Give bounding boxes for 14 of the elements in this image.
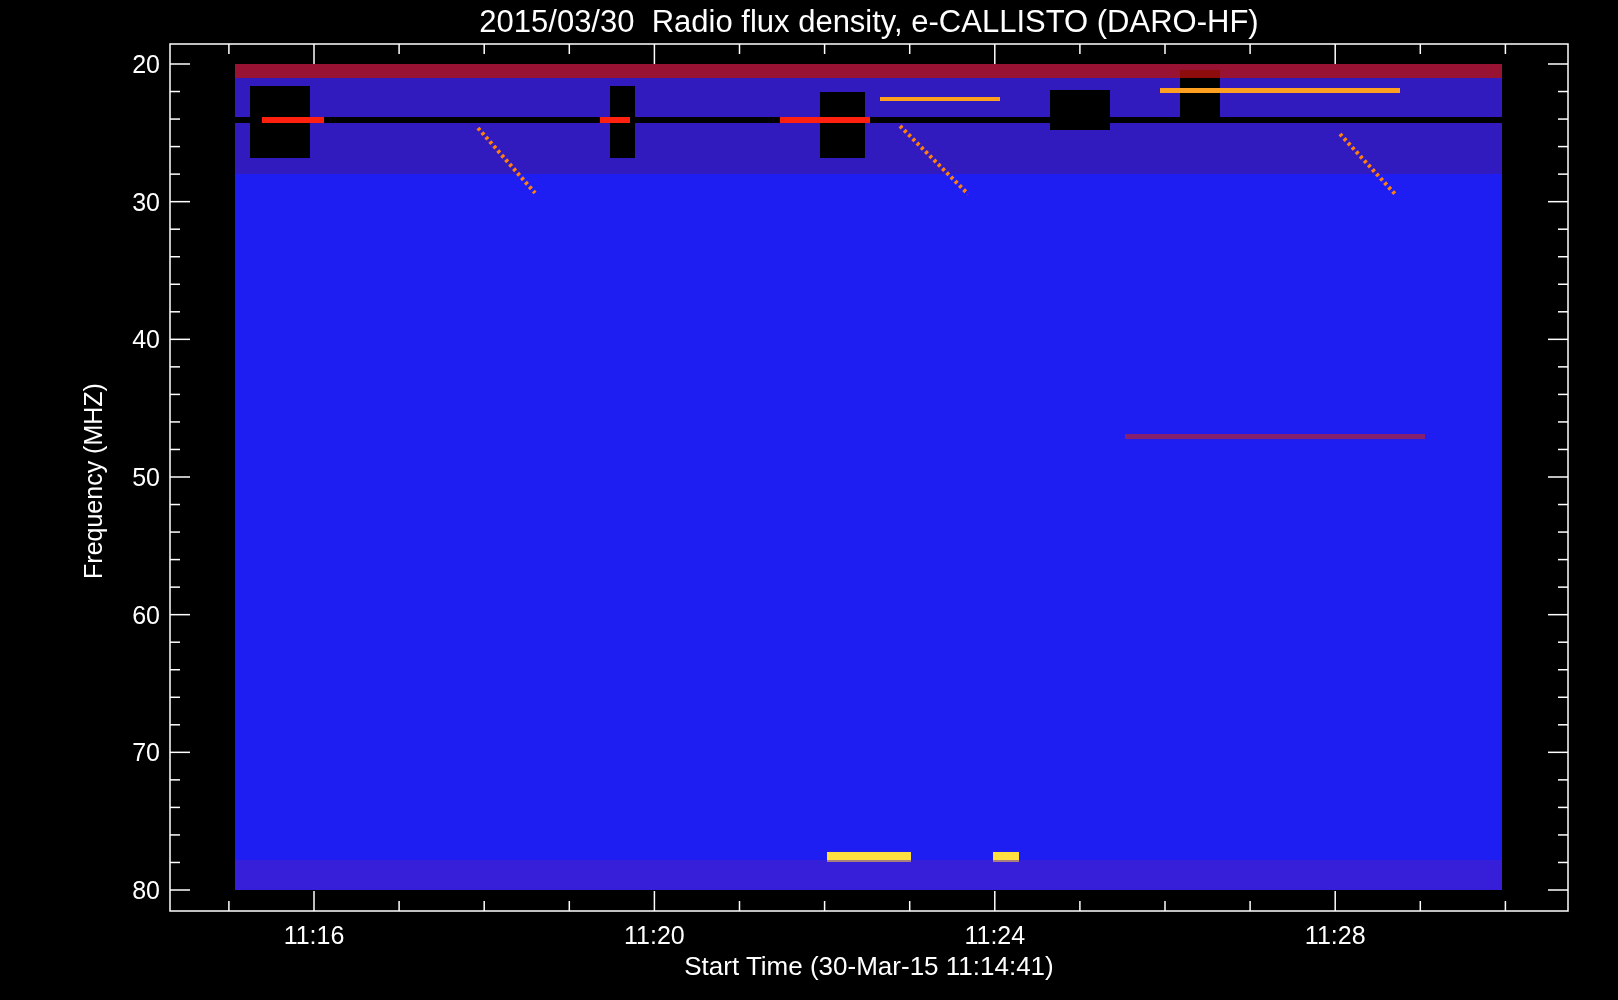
y-tick-label: 50 [132, 463, 160, 491]
x-tick-label: 11:20 [624, 921, 685, 949]
y-tick-label: 40 [132, 325, 160, 354]
x-axis-label: Start Time (30-Mar-15 11:14:41) [684, 951, 1054, 981]
chart-title: 2015/03/30 Radio flux density, e-CALLISTO (DARO-HF) [479, 4, 1259, 39]
y-tick-label: 70 [132, 738, 160, 767]
y-tick-label: 30 [132, 187, 160, 216]
x-tick-label: 11:16 [283, 921, 345, 949]
x-tick-label: 11:28 [1304, 921, 1366, 949]
y-tick-label: 80 [132, 876, 160, 904]
y-axis-label: Frequency (MHZ) [79, 383, 107, 579]
y-tick-label: 60 [132, 600, 160, 629]
y-tick-label: 20 [132, 50, 160, 78]
x-tick-label: 11:24 [964, 921, 1026, 949]
